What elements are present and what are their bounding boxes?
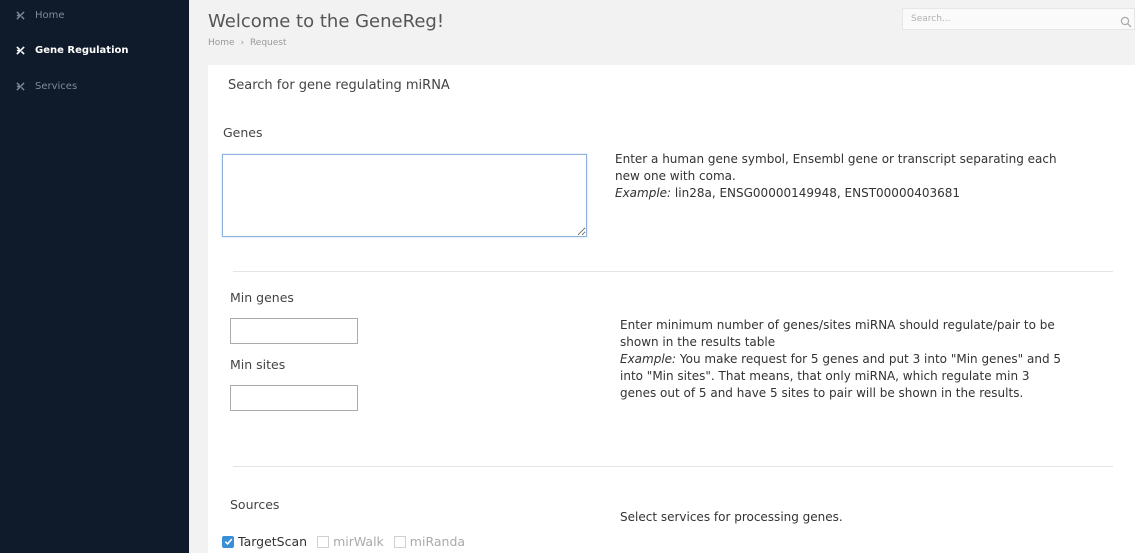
sidebar-item-home[interactable]: Home: [16, 6, 65, 24]
breadcrumb-request: Request: [249, 38, 287, 48]
targetscan-checkbox[interactable]: [222, 535, 234, 548]
check-icon: [224, 538, 232, 546]
genes-help-line: Enter a human gene symbol, Ensembl gene …: [615, 152, 1057, 166]
min-help-line: shown in the results table: [620, 335, 776, 349]
min-example: Example: You make request for 5 genes an…: [620, 351, 1061, 368]
miranda-label[interactable]: miRanda: [410, 534, 465, 549]
sidebar-item-label: Home: [35, 9, 65, 21]
plane-icon: [16, 45, 25, 55]
sidebar-item-label: Services: [35, 80, 78, 92]
form-title: Search for gene regulating miRNA: [228, 78, 450, 93]
breadcrumb: Home › Request: [208, 38, 287, 48]
genes-help: Enter a human gene symbol, Ensembl gene …: [615, 151, 1057, 202]
min-sites-input[interactable]: [230, 385, 358, 411]
sidebar: Home Gene Regulation Services: [0, 0, 189, 553]
example-label: Example:: [615, 186, 672, 200]
example-text: lin28a, ENSG00000149948, ENST00000403681: [671, 186, 961, 200]
sources-help: Select services for processing genes.: [620, 510, 843, 524]
sources-options: TargetScan mirWalk miRanda: [222, 534, 471, 549]
sources-label: Sources: [230, 497, 280, 512]
page-title: Welcome to the GeneReg!: [208, 11, 445, 32]
targetscan-label[interactable]: TargetScan: [238, 534, 307, 549]
genes-example: Example: lin28a, ENSG00000149948, ENST00…: [615, 185, 1057, 202]
breadcrumb-home[interactable]: Home: [208, 38, 235, 48]
genes-label: Genes: [223, 125, 263, 140]
sidebar-item-services[interactable]: Services: [16, 77, 77, 95]
genes-help-line: new one with coma.: [615, 169, 736, 183]
sidebar-item-label: Gene Regulation: [35, 44, 129, 56]
genes-textarea[interactable]: [222, 154, 587, 237]
sidebar-item-gene-regulation[interactable]: Gene Regulation: [16, 41, 129, 59]
min-example-line: genes out of 5 and have 5 sites to pair …: [620, 386, 1024, 400]
breadcrumb-separator: ›: [240, 38, 245, 48]
min-help: Enter minimum number of genes/sites miRN…: [620, 317, 1061, 402]
request-form-panel: Search for gene regulating miRNA Genes E…: [208, 65, 1135, 553]
search-input[interactable]: [903, 9, 1111, 29]
min-help-line: Enter minimum number of genes/sites miRN…: [620, 318, 1055, 332]
min-genes-label: Min genes: [230, 290, 294, 305]
example-label: Example:: [620, 352, 677, 366]
search-box: [902, 8, 1135, 30]
miranda-checkbox[interactable]: [393, 535, 406, 548]
plane-icon: [16, 10, 25, 20]
min-sites-label: Min sites: [230, 357, 286, 372]
mirwalk-checkbox[interactable]: [317, 535, 330, 548]
min-genes-input[interactable]: [230, 318, 358, 344]
search-icon[interactable]: [1120, 13, 1132, 32]
section-divider: [233, 271, 1113, 272]
section-divider: [233, 466, 1113, 467]
min-example-line: into "Min sites". That means, that only …: [620, 369, 1030, 383]
mirwalk-label[interactable]: mirWalk: [333, 534, 384, 549]
example-text: You make request for 5 genes and put 3 i…: [676, 352, 1062, 366]
plane-icon: [16, 81, 25, 91]
